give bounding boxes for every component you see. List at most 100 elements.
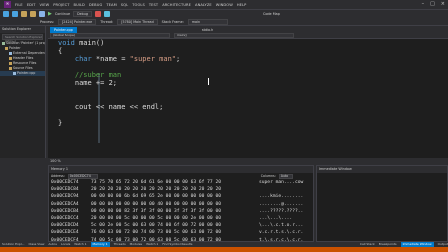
file-icon: [9, 61, 12, 65]
code-line: void main(): [58, 39, 105, 47]
menu-item-debug[interactable]: DEBUG: [89, 3, 102, 7]
memory-bytes: 00 00 00 00 00 00 00 00 40 00 00 00 00 0…: [91, 201, 221, 207]
file-icon: [9, 51, 12, 55]
memory-ascii: ....kmie........: [259, 194, 304, 200]
continue-icon[interactable]: ▶: [48, 11, 52, 17]
stop-icon[interactable]: [94, 11, 101, 17]
forward-icon[interactable]: [12, 11, 18, 17]
file-icon: [9, 66, 12, 70]
tree-item-label: External Dependencies: [13, 51, 45, 55]
memory-bytes: 76 00 63 00 72 00 74 00 73 00 5c 00 63 0…: [91, 230, 221, 236]
memory-ascii: \...\.c.t.o.r...: [259, 223, 304, 229]
solution-search-input[interactable]: Search Solution Explorer (Ctrl+;): [2, 34, 43, 43]
text-caret: [208, 78, 209, 85]
memory-addr: 0x00CEDCA4: [51, 201, 79, 207]
memory-addr: 0x00CEDC94: [51, 194, 79, 200]
debug-location-bar: Process: [2424] Pointer.exe Thread: [578…: [0, 18, 448, 26]
menu-item-edit[interactable]: EDIT: [27, 3, 36, 7]
menu-item-build[interactable]: BUILD: [74, 3, 85, 7]
tree-item-label: Pointer: [9, 46, 21, 50]
memory-ascii: [259, 186, 309, 193]
restart-icon[interactable]: [103, 11, 110, 17]
memory-row[interactable]: 0x00CEDCB4 00 00 00 00 82 3f 3f 3f 00 00 …: [49, 208, 313, 215]
tree-item-label: Source Files: [13, 66, 33, 70]
new-project-icon[interactable]: [21, 11, 27, 17]
file-icon: [2, 41, 5, 45]
continue-button[interactable]: Continue: [55, 12, 70, 16]
code-editor[interactable]: Pointer.cpp stdio.h (Global Scope) main(…: [48, 26, 448, 158]
save-icon[interactable]: [39, 11, 45, 17]
code-line: name += 2;: [58, 79, 118, 87]
memory-bytes: 5c 00 2e 00 5c 00 63 00 74 00 6f 00 72 0…: [91, 223, 221, 229]
immediate-window[interactable]: Immediate Window: [316, 165, 448, 242]
menu-item-architecture[interactable]: ARCHITECTURE: [162, 3, 191, 7]
menu-item-view[interactable]: VIEW: [40, 3, 50, 7]
memory-row[interactable]: 0x00CEDC74 73 75 70 65 72 20 6d 61 6e 00 …: [49, 179, 313, 186]
menu-bar: FILE EDIT VIEW PROJECT BUILD DEBUG TEAM SQL TOOL…: [15, 3, 246, 7]
menu-item-analyze[interactable]: ANALYZE: [195, 3, 212, 7]
memory-window-title: Memory 1: [49, 166, 313, 173]
menu-item-window[interactable]: WINDOW: [216, 3, 233, 7]
minimize-icon[interactable]: –: [422, 1, 425, 7]
visual-studio-logo: ∞: [4, 1, 11, 8]
memory-addr: 0x00CEDCB4: [51, 208, 79, 214]
memory-row[interactable]: 0x00CEDCA4 00 00 00 00 00 00 00 00 40 00 …: [49, 201, 313, 208]
stack-frame-dropdown[interactable]: main: [187, 18, 228, 25]
thread-dropdown[interactable]: [5780] Main Thread: [117, 18, 158, 25]
process-dropdown[interactable]: [2424] Pointer.exe: [58, 18, 97, 25]
memory-addr: 0x00CEDC74: [51, 180, 79, 185]
memory-bytes: 00 00 00 00 82 3f 3f 3f 00 00 3f 3f 3f 3…: [91, 208, 221, 214]
code-map-button[interactable]: Code Map: [263, 12, 280, 16]
memory-row[interactable]: 0x00CEDCE4 76 00 63 00 72 00 74 00 73 00 …: [49, 229, 313, 236]
member-dropdown[interactable]: main(): [174, 33, 294, 38]
config-dropdown[interactable]: Debug: [73, 11, 92, 17]
stack-frame-label: Stack Frame:: [161, 19, 184, 24]
address-input[interactable]: 0x00CEDC74: [67, 173, 98, 179]
memory-window: Memory 1 Address: 0x00CEDC74 Columns: Au…: [48, 165, 314, 243]
memory-row[interactable]: 0x00CEDC94 00 00 00 00 6b 6d 69 65 2e 00 …: [49, 193, 313, 200]
address-label: Address:: [51, 174, 65, 178]
memory-bytes: 20 20 20 20 20 20 20 20 20 20 20 20 20 2…: [91, 187, 221, 193]
solution-explorer-title: Solution Explorer: [0, 26, 45, 33]
tree-item-label: Pointer.cpp: [17, 71, 36, 75]
menu-item-help[interactable]: HELP: [237, 3, 247, 7]
memory-ascii: ....?????.????..: [259, 208, 304, 214]
menu-item-project[interactable]: PROJECT: [53, 3, 69, 7]
menu-item-test[interactable]: TEST: [149, 3, 158, 7]
tree-item[interactable]: Pointer.cpp: [0, 71, 45, 76]
editor-tabs: Pointer.cpp stdio.h: [48, 26, 448, 33]
menu-item-tools[interactable]: TOOLS: [132, 3, 145, 7]
scope-dropdown[interactable]: (Global Scope): [50, 33, 170, 38]
memory-addr: 0x00CEDCE4: [51, 230, 79, 236]
menu-item-sql[interactable]: SQL: [121, 3, 128, 7]
title-menu-bar: ∞ FILE EDIT VIEW PROJECT BUILD DEBUG TEAM SQL TO…: [0, 0, 448, 9]
open-file-icon[interactable]: [30, 11, 36, 17]
code-text[interactable]: void main(){ char *name = "super man"; /…: [58, 39, 443, 158]
back-icon[interactable]: [3, 11, 9, 17]
process-label: Process:: [40, 19, 55, 24]
zoom-level[interactable]: 100 %: [48, 158, 108, 164]
tree-item-label: Header Files: [13, 56, 34, 60]
solution-explorer: Solution Explorer Search Solution Explor…: [0, 26, 46, 158]
memory-bytes: 73 75 70 65 72 20 6d 61 6e 00 00 00 63 6…: [91, 180, 221, 185]
memory-bytes: 00 00 00 00 6b 6d 69 65 2e 00 00 00 00 0…: [91, 194, 221, 200]
maximize-icon[interactable]: □: [430, 1, 435, 7]
file-icon: [13, 71, 16, 75]
toolbar: ▶ Continue Debug Code Map: [0, 9, 448, 18]
file-icon: [9, 56, 12, 60]
menu-item-file[interactable]: FILE: [15, 3, 23, 7]
tree-item-label: Resource Files: [13, 61, 37, 65]
menu-item-team[interactable]: TEAM: [106, 3, 116, 7]
columns-dropdown[interactable]: Auto: [278, 173, 293, 179]
columns-label: Columns:: [260, 174, 276, 178]
memory-row[interactable]: 0x00CEDCD4 5c 00 2e 00 5c 00 63 00 74 00 …: [49, 222, 313, 229]
tree-item-label: Solution 'Pointer' (1 project): [6, 41, 45, 45]
close-icon[interactable]: ×: [441, 1, 445, 7]
code-line: {: [58, 47, 63, 55]
memory-row[interactable]: 0x00CEDCC4 20 00 00 00 5c 00 00 00 5c 00 …: [49, 215, 313, 222]
memory-ascii: super man....cow: [259, 180, 307, 185]
memory-row[interactable]: 0x00CEDC84 20 20 20 20 20 20 20 20 20 20 …: [49, 186, 313, 193]
